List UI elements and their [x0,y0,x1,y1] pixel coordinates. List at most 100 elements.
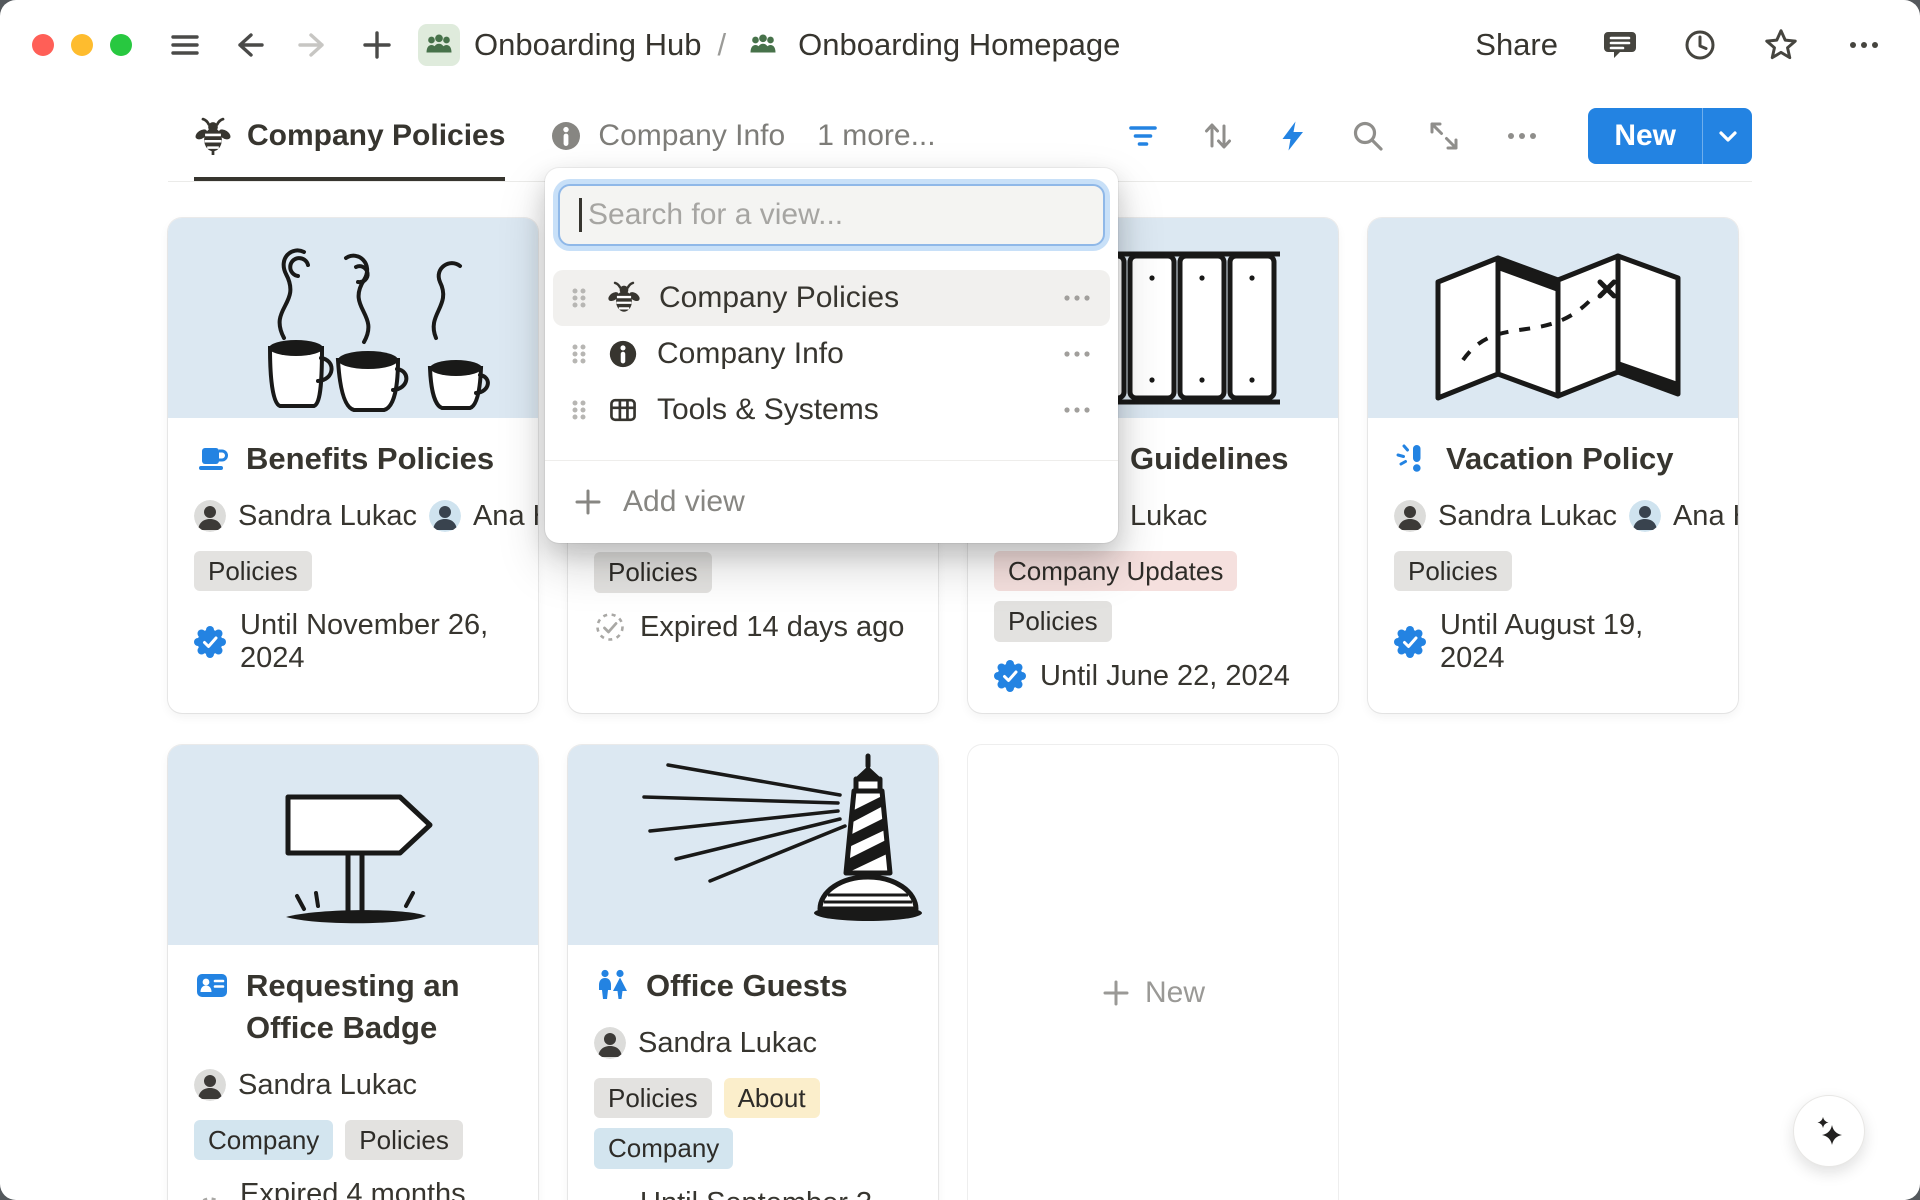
tag: Policies [594,552,712,593]
card-office-guests[interactable]: Office Guests Sandra Lukac Policies Abou… [568,745,938,1200]
new-card-placeholder[interactable]: New [968,745,1338,1200]
breadcrumb-separator: / [718,27,727,63]
avatar [194,1069,226,1101]
card-benefits-policies[interactable]: Benefits Policies Sandra Lukac Ana Ha Po… [168,218,538,713]
new-card-label: New [1145,976,1205,1010]
breadcrumb-root[interactable]: Onboarding Hub [474,27,702,63]
search-icon[interactable] [1350,118,1386,154]
tag: Company Updates [994,551,1237,592]
id-badge-icon [194,967,230,1049]
status-text: Until June 22, 2024 [1040,660,1290,693]
drag-handle-icon[interactable] [569,339,589,369]
status-row: Until September 3, 2024 [594,1187,912,1200]
comments-icon[interactable] [1602,27,1638,63]
person-name: Lukac [1130,500,1207,533]
minimize-window-button[interactable] [71,34,93,56]
card-title-text: Office Guests [646,965,848,1007]
person-name: Sandra Lukac [1438,500,1617,533]
team-people-icon [742,24,784,66]
table-icon [607,394,639,426]
tag: Company [194,1120,333,1161]
history-clock-icon[interactable] [1682,27,1718,63]
status-text: Expired 14 days ago [640,611,904,644]
zoom-window-button[interactable] [110,34,132,56]
card-vacation-policy[interactable]: Vacation Policy Sandra Lukac Ana Ha Poli… [1368,218,1738,713]
view-row-company-info[interactable]: Company Info [553,326,1110,382]
more-options-icon[interactable] [1844,27,1884,63]
expired-check-icon [194,1195,226,1200]
view-row-label: Company Info [657,337,1042,371]
row-options-ellipsis-icon[interactable] [1060,283,1094,313]
status-row: Until June 22, 2024 [994,660,1312,693]
tag: Policies [345,1120,463,1161]
avatar [1394,500,1426,532]
view-options-ellipsis-icon[interactable] [1502,118,1542,154]
tab-company-policies[interactable]: Company Policies [194,90,505,181]
bee-icon [194,117,232,155]
plus-icon [1101,978,1131,1008]
info-icon [549,119,583,153]
text-caret [579,198,582,232]
card-title-text: Vacation Policy [1446,438,1673,480]
status-text: Until November 26, 2024 [240,609,512,675]
expand-fullscreen-icon[interactable] [1426,118,1462,154]
card-cover-lighthouse-doodle [568,745,938,945]
new-button-label[interactable]: New [1588,108,1702,164]
new-page-plus-icon[interactable] [360,28,394,62]
card-cover-signpost-doodle [168,745,538,945]
sort-icon[interactable] [1200,118,1236,154]
status-text: Expired 4 months ago [240,1178,512,1200]
status-text: Until September 3, 2024 [640,1187,912,1200]
filter-icon[interactable] [1126,119,1160,153]
breadcrumb-current[interactable]: Onboarding Homepage [798,27,1120,63]
tab-label: Company Policies [247,119,505,153]
people-row: Lukac [1130,500,1338,533]
add-view-label: Add view [623,485,745,519]
tag-row: Policies [194,551,512,592]
people-row: Sandra Lukac [594,1027,938,1060]
sidebar-toggle-icon[interactable] [168,28,202,62]
person-name: Ana Ha [473,500,538,533]
status-row: Expired 14 days ago [594,611,912,644]
status-row: Until November 26, 2024 [194,609,512,675]
drag-handle-icon[interactable] [569,283,589,313]
card-requesting-office-badge[interactable]: Requesting an Office Badge Sandra Lukac … [168,745,538,1200]
status-row: Expired 4 months ago [194,1178,512,1200]
view-switcher-menu: Company Policies Company Info [545,168,1118,543]
tab-label: Company Info [598,119,785,153]
tag: Policies [994,601,1112,642]
verified-badge-icon [194,626,226,658]
forward-arrow-icon[interactable] [296,28,330,62]
new-button-chevron-icon[interactable] [1702,108,1752,164]
new-button[interactable]: New [1588,108,1752,164]
row-options-ellipsis-icon[interactable] [1060,339,1094,369]
avatar [194,500,226,532]
more-views-button[interactable]: 1 more... [817,119,935,153]
tag: Policies [194,551,312,592]
bee-icon [607,281,641,315]
view-row-tools-systems[interactable]: Tools & Systems [553,382,1110,438]
close-window-button[interactable] [32,34,54,56]
avatar [1629,500,1661,532]
share-button[interactable]: Share [1475,27,1558,63]
row-options-ellipsis-icon[interactable] [1060,395,1094,425]
view-row-company-policies[interactable]: Company Policies [553,270,1110,326]
team-people-icon [418,24,460,66]
people-row: Sandra Lukac Ana Ha [194,500,538,533]
card-title-text: Requesting an Office Badge [246,965,512,1049]
automation-lightning-icon[interactable] [1276,119,1310,153]
app-window: Onboarding Hub / Onboarding Homepage Sha… [0,0,1920,1200]
view-search-input[interactable] [558,184,1105,246]
favorite-star-icon[interactable] [1762,26,1800,64]
people-row: Sandra Lukac Ana Ha [1394,500,1738,533]
add-view-button[interactable]: Add view [545,461,1118,543]
card-cover-map-doodle [1368,218,1738,418]
tag: About [724,1078,820,1119]
person-name: Sandra Lukac [238,1069,417,1102]
ai-assistant-button[interactable] [1794,1096,1864,1166]
back-arrow-icon[interactable] [232,28,266,62]
drag-handle-icon[interactable] [569,395,589,425]
tag: Policies [1394,551,1512,592]
person-name: Ana Ha [1673,500,1738,533]
tag-row: Policies [594,552,912,593]
